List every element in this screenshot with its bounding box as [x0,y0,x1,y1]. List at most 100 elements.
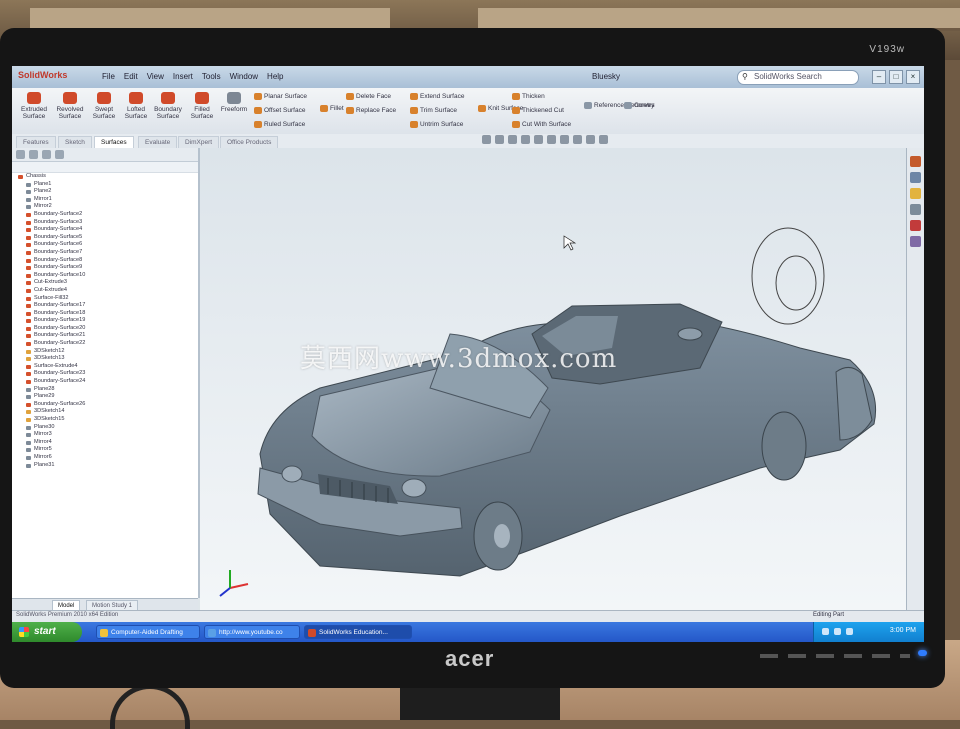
menu-item[interactable]: Tools [202,72,221,81]
extruded-surface-button[interactable]: Extruded Surface [16,92,52,120]
search-input[interactable]: ⚲ SolidWorks Search [737,70,859,85]
lofted-surface-button[interactable]: Lofted Surface [118,92,154,120]
tree-item[interactable]: 3DSketch15 [12,416,198,424]
tree-item[interactable]: Boundary-Surface26 [12,401,198,409]
tree-item[interactable]: Mirror2 [12,203,198,211]
tree-item[interactable]: Boundary-Surface6 [12,241,198,249]
tree-item[interactable]: Boundary-Surface22 [12,340,198,348]
tree-item[interactable]: Boundary-Surface18 [12,310,198,318]
tree-item[interactable]: Boundary-Surface2 [12,211,198,219]
tree-item[interactable]: Boundary-Surface4 [12,226,198,234]
solidworks-resources-icon[interactable] [910,156,921,167]
tree-item[interactable]: Boundary-Surface7 [12,249,198,257]
graphics-area[interactable]: 莫西网www.3dmox.com [200,148,906,610]
replace-face-button[interactable]: Replace Face [346,107,396,114]
dimxpert-manager-icon[interactable] [55,150,64,159]
tree-filter-bar[interactable] [12,162,198,173]
fillet-button[interactable]: Fillet [320,105,344,112]
tree-item[interactable]: Chassis [12,173,198,181]
apply-scene-icon[interactable] [586,135,595,144]
tree-item[interactable]: Mirror3 [12,431,198,439]
zoom-to-fit-icon[interactable] [482,135,491,144]
tree-item[interactable]: Plane30 [12,424,198,432]
tree-item[interactable]: Boundary-Surface23 [12,370,198,378]
security-icon[interactable] [846,628,853,635]
tree-item[interactable]: 3DSketch13 [12,355,198,363]
offset-surface-button[interactable]: Offset Surface [254,107,305,114]
menu-item[interactable]: Help [267,72,283,81]
hide-show-items-icon[interactable] [560,135,569,144]
tree-item[interactable]: Boundary-Surface21 [12,332,198,340]
tree-item[interactable]: Plane29 [12,393,198,401]
taskbar-item[interactable]: http://www.youtube.co [204,625,300,639]
menu-item[interactable]: View [147,72,164,81]
taskbar-item[interactable]: Computer-Aided Drafting [96,625,200,639]
thickened-cut-button[interactable]: Thickened Cut [512,107,564,114]
cut-with-surface-button[interactable]: Cut With Surface [512,121,571,128]
feature-manager-icon[interactable] [16,150,25,159]
tree-item[interactable]: Cut-Extrude4 [12,287,198,295]
tree-item[interactable]: Plane2 [12,188,198,196]
zoom-area-icon[interactable] [495,135,504,144]
car-model[interactable] [200,148,906,610]
tree-item[interactable]: Boundary-Surface24 [12,378,198,386]
clock[interactable]: 3:00 PM [890,627,916,634]
freeform-button[interactable]: Freeform [216,92,252,113]
network-icon[interactable] [822,628,829,635]
edit-appearance-icon[interactable] [573,135,582,144]
tree-item[interactable]: Mirror1 [12,196,198,204]
boundary-surface-button[interactable]: Boundary Surface [150,92,186,120]
tree-item[interactable]: Surface-Fill32 [12,295,198,303]
menu-item[interactable]: File [102,72,115,81]
app-logo[interactable]: SolidWorks [18,70,67,80]
tree-item[interactable]: Boundary-Surface19 [12,317,198,325]
tree-item[interactable]: Boundary-Surface10 [12,272,198,280]
tree-item[interactable]: Plane31 [12,462,198,470]
close-icon[interactable]: × [906,70,920,84]
filled-surface-button[interactable]: Filled Surface [184,92,220,120]
file-explorer-icon[interactable] [910,188,921,199]
trim-surface-button[interactable]: Trim Surface [410,107,457,114]
tree-item[interactable]: Plane28 [12,386,198,394]
tree-item[interactable]: Surface-Extrude4 [12,363,198,371]
maximize-icon[interactable]: □ [889,70,903,84]
planar-surface-button[interactable]: Planar Surface [254,93,307,100]
sketch-circle-outer[interactable] [751,227,825,325]
revolved-surface-button[interactable]: Revolved Surface [52,92,88,120]
tree-item[interactable]: Boundary-Surface17 [12,302,198,310]
tree-item[interactable]: Mirror5 [12,446,198,454]
design-library-icon[interactable] [910,172,921,183]
swept-surface-button[interactable]: Swept Surface [86,92,122,120]
tree-item[interactable]: Boundary-Surface5 [12,234,198,242]
tree-item[interactable]: Boundary-Surface9 [12,264,198,272]
tree-item[interactable]: 3DSketch12 [12,348,198,356]
start-button[interactable]: start [12,622,82,642]
delete-face-button[interactable]: Delete Face [346,93,391,100]
thicken-button[interactable]: Thicken [512,93,545,100]
tree-item[interactable]: Cut-Extrude3 [12,279,198,287]
section-view-icon[interactable] [521,135,530,144]
monitor-hardware-buttons[interactable] [760,654,910,658]
view-palette-icon[interactable] [910,204,921,215]
property-manager-icon[interactable] [29,150,38,159]
minimize-icon[interactable]: – [872,70,886,84]
appearances-icon[interactable] [910,220,921,231]
view-orientation-icon[interactable] [534,135,543,144]
extend-surface-button[interactable]: Extend Surface [410,93,464,100]
taskbar-item-active[interactable]: SolidWorks Education... [304,625,412,639]
tree-item[interactable]: 3DSketch14 [12,408,198,416]
tree-item[interactable]: Boundary-Surface8 [12,257,198,265]
tree-item[interactable]: Plane1 [12,181,198,189]
tree-item[interactable]: Boundary-Surface20 [12,325,198,333]
configuration-manager-icon[interactable] [42,150,51,159]
untrim-surface-button[interactable]: Untrim Surface [410,121,463,128]
menu-item[interactable]: Window [230,72,258,81]
sketch-circle-inner[interactable] [775,255,817,311]
display-style-icon[interactable] [547,135,556,144]
tree-item[interactable]: Mirror6 [12,454,198,462]
menu-item[interactable]: Edit [124,72,138,81]
tree-item[interactable]: Mirror4 [12,439,198,447]
previous-view-icon[interactable] [508,135,517,144]
volume-icon[interactable] [834,628,841,635]
tree-item[interactable]: Boundary-Surface3 [12,219,198,227]
